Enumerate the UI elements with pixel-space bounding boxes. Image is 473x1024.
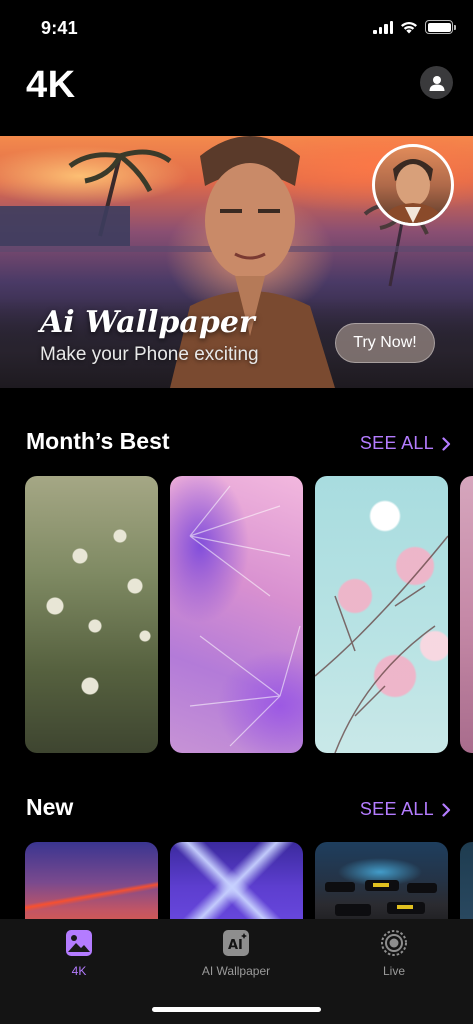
wallpaper-thumbnail-daisies[interactable] <box>25 476 158 753</box>
battery-icon <box>425 20 456 34</box>
tab-live[interactable]: Live <box>334 929 454 978</box>
status-time: 9:41 <box>41 18 78 38</box>
tab-4k[interactable]: 4K <box>19 929 139 978</box>
image-icon <box>66 930 92 956</box>
home-indicator <box>152 1007 321 1012</box>
banner-headline: Ai Wallpaper <box>40 305 255 340</box>
section-title-new: New <box>26 794 74 820</box>
burst-illustration <box>189 485 301 747</box>
chevron-right-icon <box>442 802 451 817</box>
tab-label: AI Wallpaper <box>201 964 271 978</box>
wifi-icon <box>401 21 417 33</box>
avatar-portrait <box>383 159 443 223</box>
see-all-label: SEE ALL <box>359 433 434 453</box>
banner-avatar <box>372 144 454 226</box>
wallpaper-thumbnail-partial[interactable] <box>460 476 473 753</box>
status-icons <box>373 20 456 34</box>
user-icon <box>429 75 444 91</box>
try-now-button[interactable]: Try Now! <box>335 323 435 363</box>
ai-wallpaper-banner[interactable]: Ai Wallpaper Make your Phone exciting Tr… <box>0 136 473 388</box>
status-bar: 9:41 <box>0 0 473 56</box>
tab-label: 4K <box>71 964 87 978</box>
live-icon <box>381 930 407 956</box>
branch-illustration <box>315 535 448 753</box>
chevron-right-icon <box>442 436 451 451</box>
profile-button[interactable] <box>420 66 453 99</box>
svg-text:AI: AI <box>228 938 243 953</box>
see-all-new-link[interactable]: SEE ALL <box>360 799 451 820</box>
wallpaper-thumbnail-cherry-blossom[interactable] <box>315 476 448 753</box>
cellular-signal-icon <box>373 20 393 34</box>
tab-ai-wallpaper[interactable]: AI AI Wallpaper <box>176 929 296 978</box>
see-all-label: SEE ALL <box>359 799 434 819</box>
wallpaper-thumbnail-pink-burst[interactable] <box>170 476 303 753</box>
ai-icon: AI <box>223 930 249 956</box>
section-title-months-best: Month’s Best <box>26 428 170 454</box>
page-title: 4K <box>26 64 76 106</box>
tab-label: Live <box>382 964 405 978</box>
banner-subline: Make your Phone exciting <box>40 344 259 365</box>
see-all-months-best-link[interactable]: SEE ALL <box>360 433 451 454</box>
